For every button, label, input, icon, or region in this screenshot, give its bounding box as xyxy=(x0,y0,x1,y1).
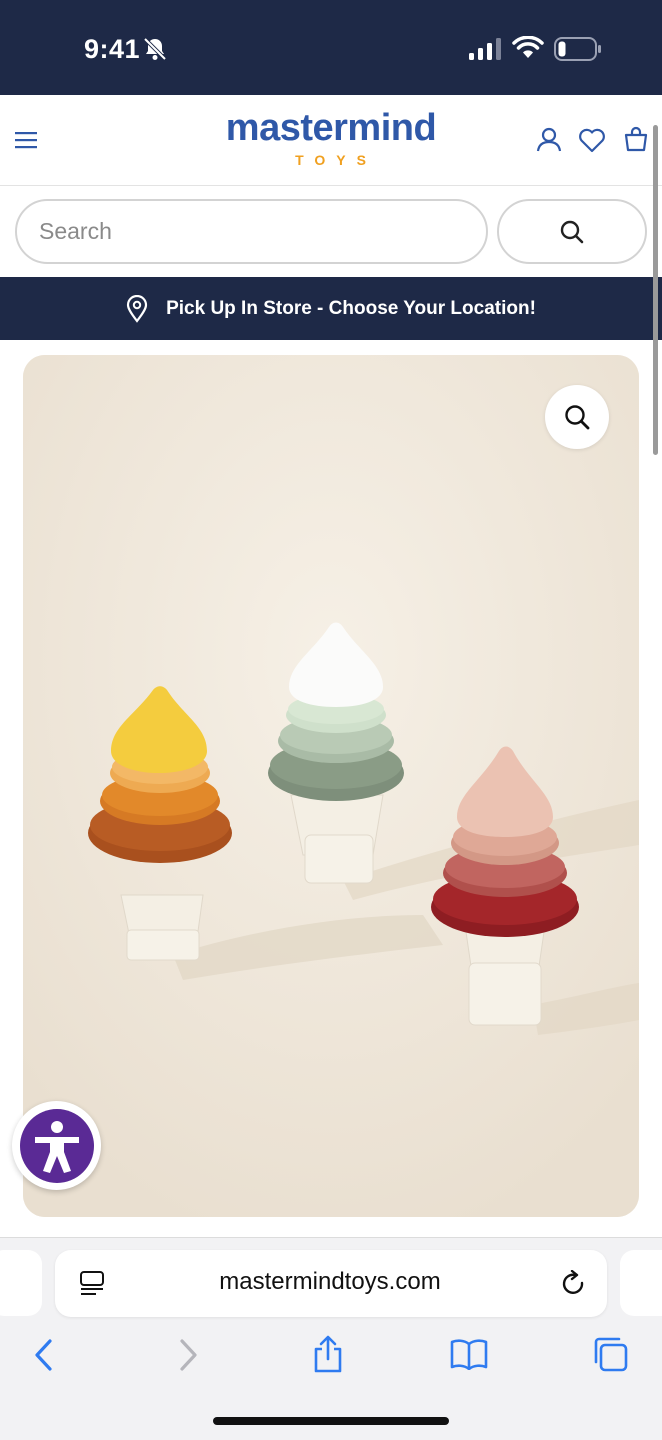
back-icon[interactable] xyxy=(32,1338,56,1372)
screen: 9:41 mastermind TOYS Search Pick Up In S… xyxy=(0,0,662,1440)
next-tab-preview[interactable] xyxy=(620,1250,662,1316)
accessibility-badge xyxy=(19,1108,94,1183)
site-logo[interactable]: mastermind TOYS xyxy=(200,108,462,168)
product-photo xyxy=(23,355,639,1217)
tabs-icon[interactable] xyxy=(592,1336,628,1372)
menu-icon[interactable] xyxy=(15,130,39,150)
pickup-banner-text: Pick Up In Store - Choose Your Location! xyxy=(166,297,536,319)
logo-subtitle: TOYS xyxy=(295,152,377,168)
reader-icon[interactable] xyxy=(80,1270,104,1298)
battery-icon xyxy=(554,37,601,61)
status-bar: 9:41 xyxy=(0,0,662,95)
previous-tab-preview[interactable] xyxy=(0,1250,42,1316)
search-button[interactable] xyxy=(497,199,647,264)
home-indicator[interactable] xyxy=(213,1417,449,1425)
heart-icon[interactable] xyxy=(578,127,606,153)
search-icon xyxy=(560,220,584,243)
status-time: 9:41 xyxy=(84,34,141,64)
url-text[interactable]: mastermindtoys.com xyxy=(120,1268,540,1296)
zoom-button[interactable] xyxy=(545,385,609,449)
accessibility-icon xyxy=(34,1120,79,1173)
pickup-banner[interactable]: Pick Up In Store - Choose Your Location! xyxy=(0,277,662,340)
accessibility-button[interactable] xyxy=(12,1101,101,1190)
cellular-signal-icon xyxy=(469,38,501,60)
logo-wordmark: mastermind xyxy=(225,107,437,149)
product-image[interactable] xyxy=(23,355,639,1217)
location-pin-icon xyxy=(126,294,148,323)
wifi-icon xyxy=(512,36,544,58)
bookmarks-icon[interactable] xyxy=(450,1338,488,1370)
bag-icon[interactable] xyxy=(623,126,649,152)
share-icon[interactable] xyxy=(312,1335,344,1373)
page-scrollbar[interactable] xyxy=(653,125,658,455)
silent-bell-icon xyxy=(143,37,167,61)
zoom-icon xyxy=(565,405,590,430)
forward-icon[interactable] xyxy=(176,1338,200,1372)
user-icon[interactable] xyxy=(536,126,562,152)
reload-icon[interactable] xyxy=(561,1270,587,1298)
search-input[interactable] xyxy=(15,199,488,264)
